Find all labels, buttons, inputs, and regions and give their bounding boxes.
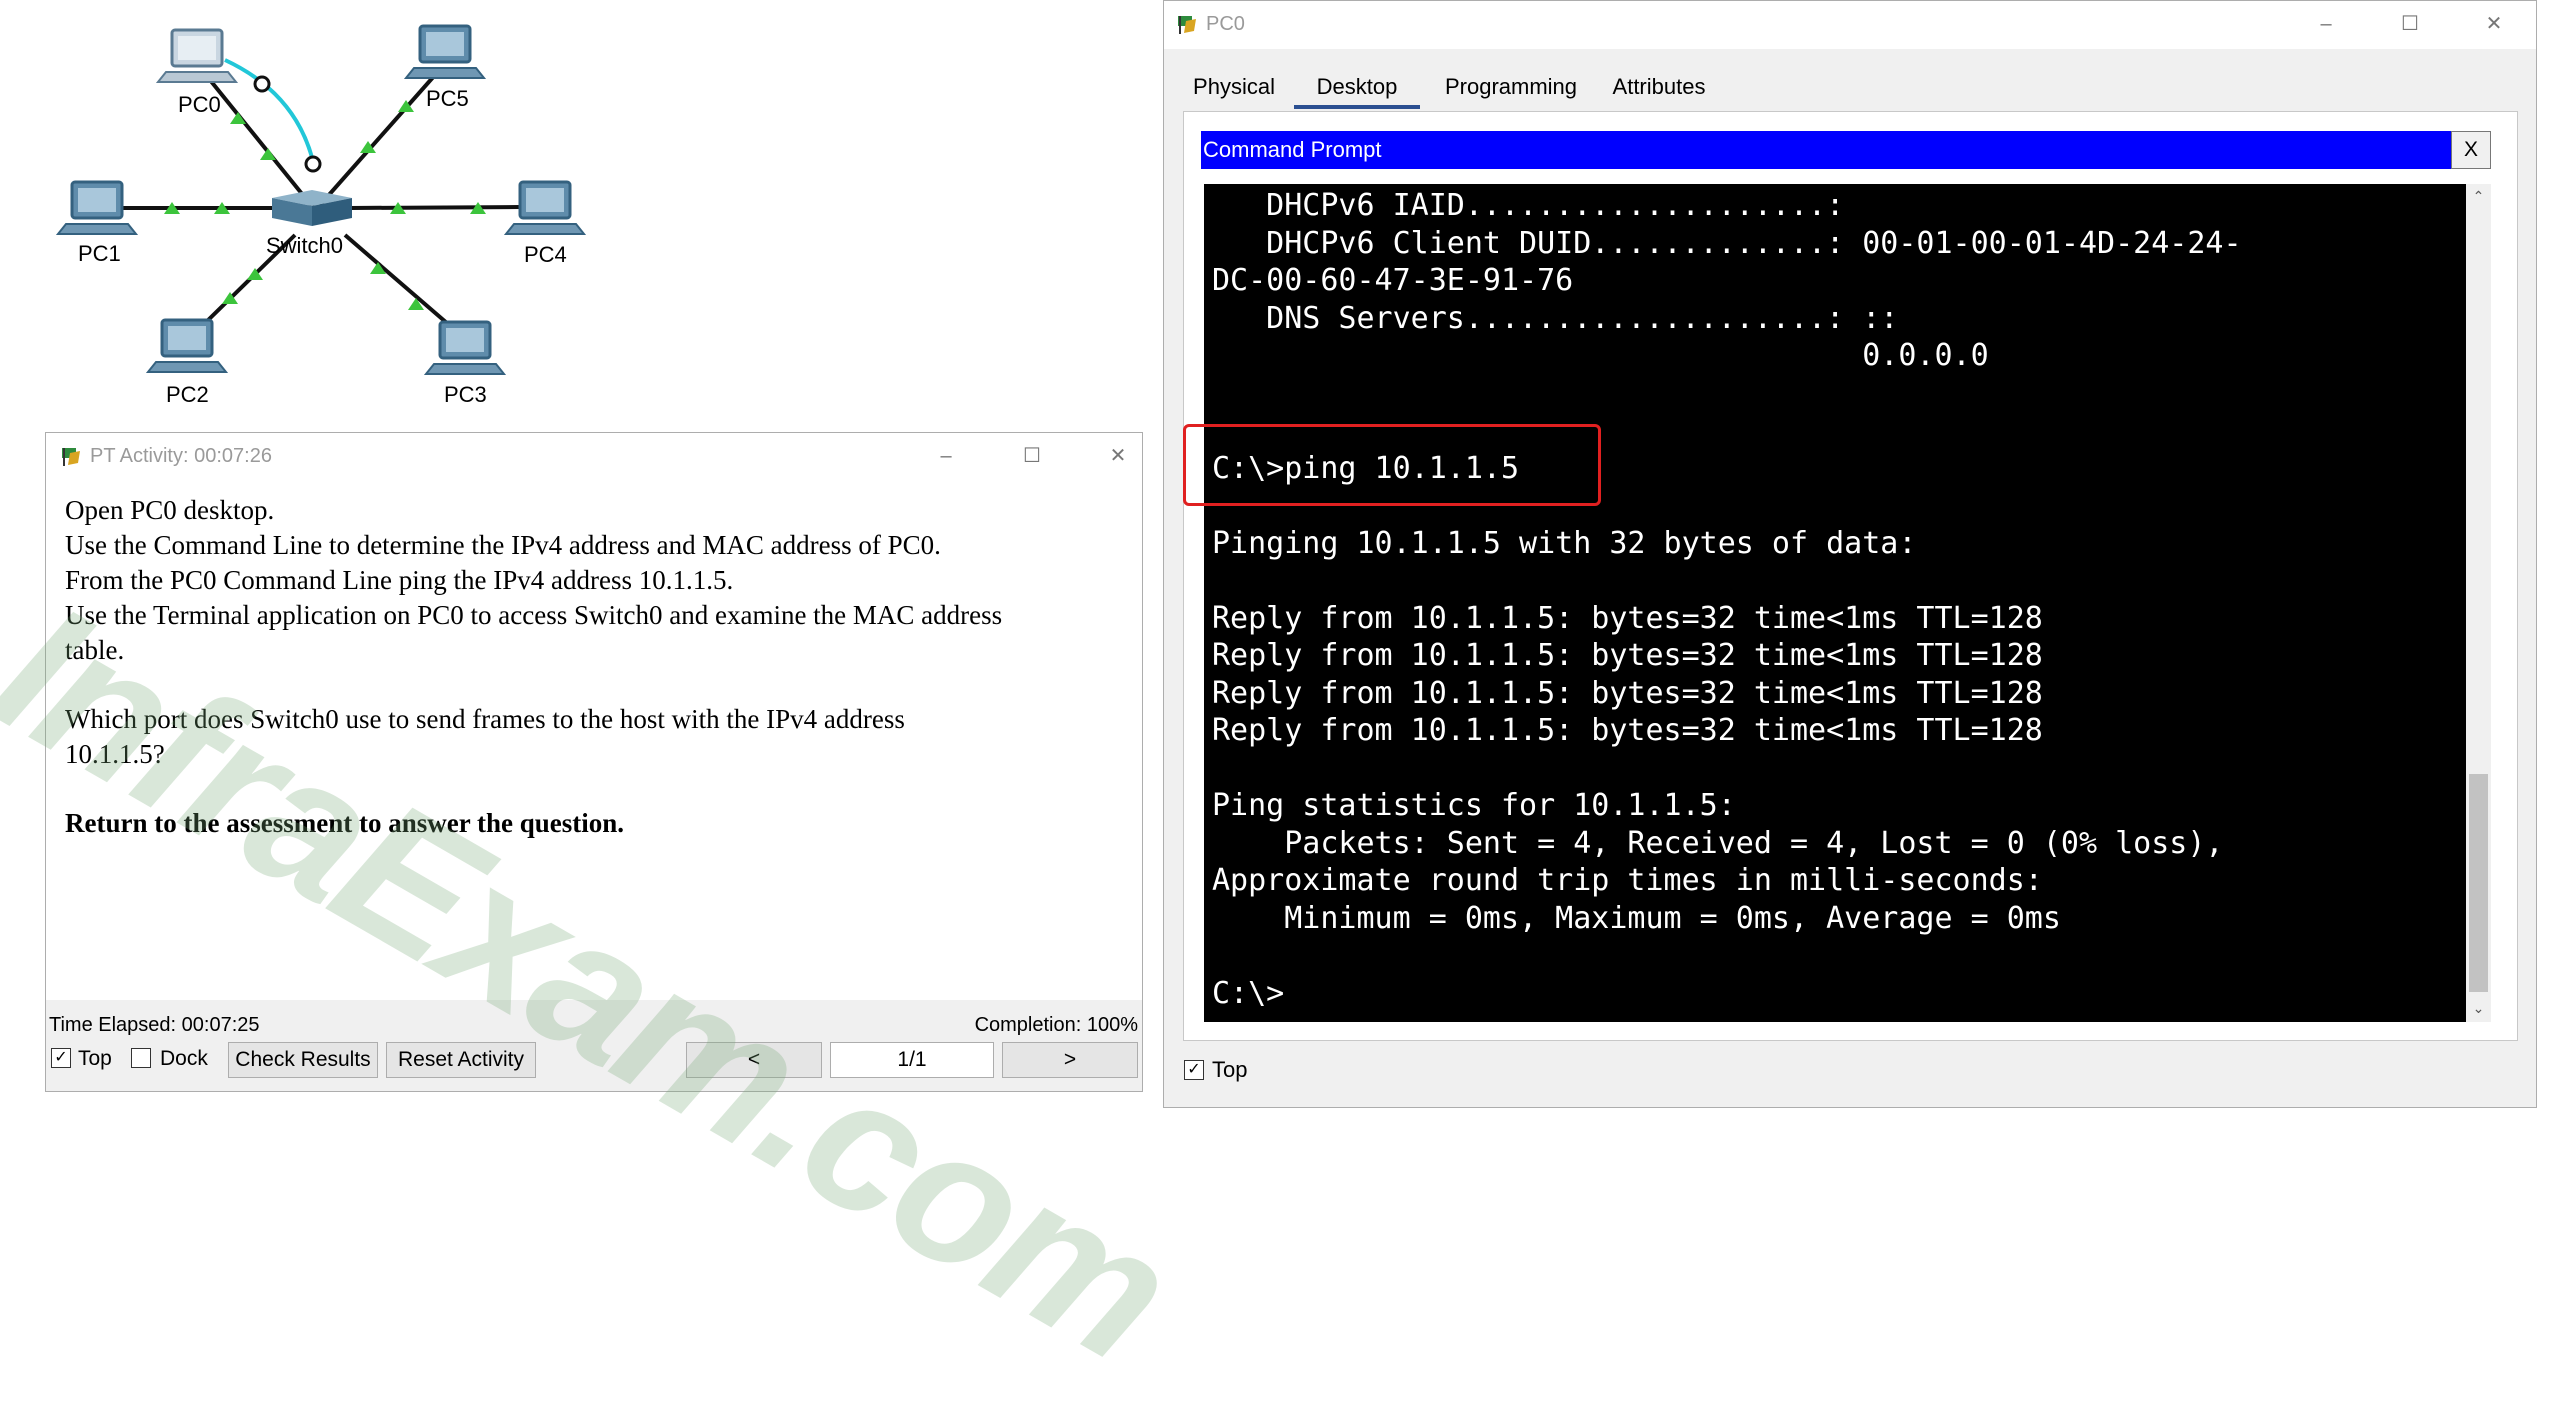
ping-command-highlight: [1183, 424, 1601, 506]
pc3-icon: [423, 320, 507, 375]
activity-titlebar[interactable]: PT Activity: 00:07:26 – ☐ ✕: [46, 433, 1142, 483]
question-line: 10.1.1.5?: [65, 739, 165, 769]
packet-tracer-icon: [62, 448, 80, 466]
pc2-icon: [145, 318, 229, 373]
dock-checkbox[interactable]: [131, 1048, 151, 1068]
command-prompt-titlebar: Command Prompt X: [1201, 131, 2491, 169]
instruction-line: table.: [65, 635, 125, 665]
switch0-icon: [272, 190, 352, 226]
command-prompt-close-button[interactable]: X: [2451, 131, 2491, 169]
terminal-scrollbar[interactable]: ⌃ ⌄: [2466, 184, 2491, 1022]
device-label-pc0[interactable]: PC0: [178, 92, 221, 118]
minimize-icon[interactable]: –: [2306, 9, 2346, 39]
reset-activity-button[interactable]: Reset Activity: [386, 1042, 536, 1078]
top-checkbox[interactable]: ✓: [1184, 1060, 1204, 1080]
tab-attributes[interactable]: Attributes: [1596, 65, 1722, 109]
pc0-title: PC0: [1206, 13, 1245, 35]
terminal-line: Reply from 10.1.1.5: bytes=32 time<1ms T…: [1212, 713, 2043, 748]
terminal-line: C:\>: [1212, 975, 1285, 1011]
question-line: Which port does Switch0 use to send fram…: [65, 704, 905, 734]
device-label-switch0[interactable]: Switch0: [266, 233, 343, 259]
activity-title: PT Activity: 00:07:26: [90, 445, 272, 467]
device-label-pc1[interactable]: PC1: [78, 241, 121, 267]
terminal-line: DC-00-60-47-3E-91-76: [1212, 263, 1574, 298]
device-label-pc3[interactable]: PC3: [444, 382, 487, 408]
scroll-down-icon[interactable]: ⌄: [2466, 996, 2491, 1021]
console-endpoint: [304, 155, 322, 173]
terminal-line: Minimum = 0ms, Maximum = 0ms, Average = …: [1212, 900, 2061, 936]
terminal-line: Approximate round trip times in milli-se…: [1212, 863, 2043, 898]
instruction-line: Open PC0 desktop.: [65, 495, 275, 525]
terminal-line: Ping statistics for 10.1.1.5:: [1212, 788, 1736, 823]
tab-programming[interactable]: Programming: [1432, 65, 1590, 109]
check-results-button[interactable]: Check Results: [228, 1042, 378, 1078]
pc0-titlebar[interactable]: PC0 – ☐ ✕: [1164, 1, 2536, 49]
topology-canvas: [55, 24, 587, 375]
cable-pc3: [343, 233, 457, 332]
pc0-icon: [155, 28, 239, 83]
packet-tracer-icon: [1178, 16, 1196, 34]
maximize-icon[interactable]: ☐: [1012, 441, 1052, 471]
close-icon[interactable]: ✕: [2474, 9, 2514, 39]
active-tab-indicator: [1294, 105, 1420, 109]
cable-pc5: [318, 73, 437, 207]
maximize-icon[interactable]: ☐: [2390, 9, 2430, 39]
terminal-line: Packets: Sent = 4, Received = 4, Lost = …: [1212, 825, 2224, 861]
scroll-thumb[interactable]: [2469, 774, 2488, 992]
console-endpoint: [253, 75, 271, 93]
device-label-pc5[interactable]: PC5: [426, 86, 469, 112]
instruction-line: Use the Terminal application on PC0 to a…: [65, 600, 1003, 630]
top-checkbox-label: Top: [78, 1047, 112, 1070]
tab-desktop[interactable]: Desktop: [1294, 65, 1420, 109]
activity-status-bar: Time Elapsed: 00:07:25 Completion: 100% …: [46, 1000, 1142, 1090]
tab-physical[interactable]: Physical: [1184, 65, 1284, 109]
cable-pc0: [208, 78, 317, 212]
scroll-up-icon[interactable]: ⌃: [2466, 184, 2491, 209]
close-icon[interactable]: ✕: [1098, 441, 1138, 471]
terminal-line: DNS Servers....................: ::: [1212, 300, 1899, 336]
device-label-pc4[interactable]: PC4: [524, 242, 567, 268]
completion-status: Completion: 100%: [974, 1014, 1138, 1036]
instruction-line: Use the Command Line to determine the IP…: [65, 530, 941, 560]
network-topology: PC0 PC5 PC1 Switch0 PC4 PC2 PC3: [0, 0, 700, 420]
terminal-line: DHCPv6 Client DUID.............: 00-01-0…: [1212, 225, 2242, 261]
terminal-line: 0.0.0.0: [1212, 338, 1989, 373]
previous-page-button[interactable]: <: [686, 1042, 822, 1078]
command-prompt-title: Command Prompt: [1203, 137, 1382, 162]
time-elapsed: Time Elapsed: 00:07:25: [49, 1014, 260, 1036]
terminal-line: Reply from 10.1.1.5: bytes=32 time<1ms T…: [1212, 600, 2043, 636]
minimize-icon[interactable]: –: [926, 441, 966, 471]
next-page-button[interactable]: >: [1002, 1042, 1138, 1078]
return-instruction: Return to the assessment to answer the q…: [65, 808, 624, 838]
terminal-line: DHCPv6 IAID....................:: [1212, 188, 1845, 223]
terminal-line: Reply from 10.1.1.5: bytes=32 time<1ms T…: [1212, 638, 2043, 673]
terminal-line: Reply from 10.1.1.5: bytes=32 time<1ms T…: [1212, 675, 2043, 711]
instruction-line: From the PC0 Command Line ping the IPv4 …: [65, 565, 734, 595]
dock-checkbox-label: Dock: [160, 1047, 208, 1070]
top-checkbox-label: Top: [1212, 1057, 1248, 1082]
top-checkbox[interactable]: ✓: [51, 1048, 71, 1068]
instructions-panel: Open PC0 desktop. Use the Command Line t…: [46, 483, 1142, 1000]
cable-pc4: [349, 205, 521, 210]
device-label-pc2[interactable]: PC2: [166, 382, 209, 408]
terminal-output[interactable]: DHCPv6 IAID....................: DHCPv6 …: [1204, 184, 2466, 1022]
pc5-icon: [403, 24, 487, 79]
activity-window: PT Activity: 00:07:26 – ☐ ✕ Open PC0 des…: [45, 432, 1143, 1092]
terminal-line: Pinging 10.1.1.5 with 32 bytes of data:: [1212, 525, 1917, 561]
page-indicator: 1/1: [830, 1042, 994, 1078]
pc0-window: PC0 – ☐ ✕ Physical Desktop Programming A…: [1163, 0, 2537, 1108]
